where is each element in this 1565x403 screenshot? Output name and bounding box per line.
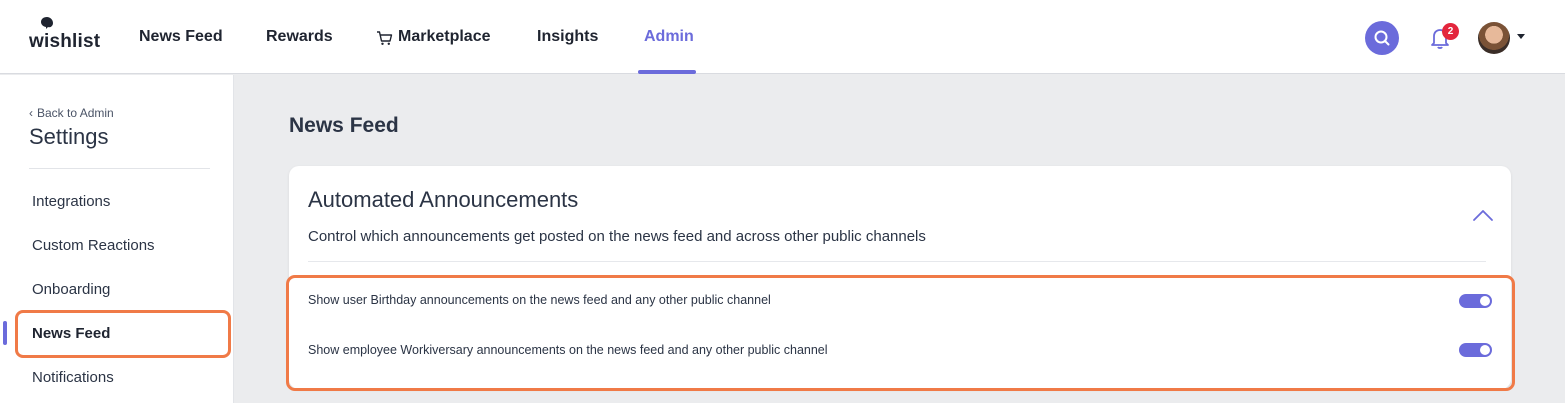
back-to-admin-link[interactable]: ‹ Back to Admin — [29, 106, 114, 120]
nav-insights[interactable]: Insights — [537, 28, 598, 46]
logo-text: wishlist — [29, 31, 101, 52]
sidebar-active-indicator — [3, 321, 7, 345]
sidebar-item-onboarding[interactable]: Onboarding — [32, 281, 110, 298]
chevron-up-icon[interactable] — [1472, 208, 1494, 222]
nav-news-feed[interactable]: News Feed — [139, 28, 223, 46]
settings-highlight-outline — [286, 275, 1515, 391]
notification-count-badge: 2 — [1442, 23, 1459, 40]
sidebar-item-notifications[interactable]: Notifications — [32, 369, 114, 386]
card-divider — [308, 261, 1486, 262]
logo-mark-icon — [41, 17, 53, 29]
card-title: Automated Announcements — [308, 187, 579, 212]
sidebar-highlight-outline — [15, 310, 231, 358]
sidebar-divider — [29, 168, 210, 169]
nav-rewards[interactable]: Rewards — [266, 28, 333, 46]
sidebar-item-integrations[interactable]: Integrations — [32, 193, 110, 210]
nav-admin[interactable]: Admin — [644, 28, 694, 46]
user-avatar[interactable] — [1478, 22, 1510, 54]
search-button[interactable] — [1365, 21, 1399, 55]
top-navbar: wishlist News Feed Rewards Marketplace I… — [0, 0, 1565, 74]
nav-marketplace[interactable]: Marketplace — [398, 28, 491, 46]
caret-down-icon[interactable] — [1517, 34, 1525, 39]
settings-title: Settings — [29, 124, 109, 149]
card-description: Control which announcements get posted o… — [308, 228, 926, 245]
settings-sidebar: ‹ Back to Admin Settings Integrations Cus… — [0, 75, 234, 403]
back-link-label: Back to Admin — [37, 106, 114, 120]
cart-icon — [377, 31, 393, 45]
sidebar-item-custom-reactions[interactable]: Custom Reactions — [32, 237, 155, 254]
chevron-left-icon: ‹ — [29, 106, 33, 120]
search-icon — [1374, 30, 1390, 46]
wishlist-logo[interactable]: wishlist — [29, 14, 100, 54]
active-nav-indicator — [638, 70, 696, 74]
page-title: News Feed — [289, 114, 399, 137]
